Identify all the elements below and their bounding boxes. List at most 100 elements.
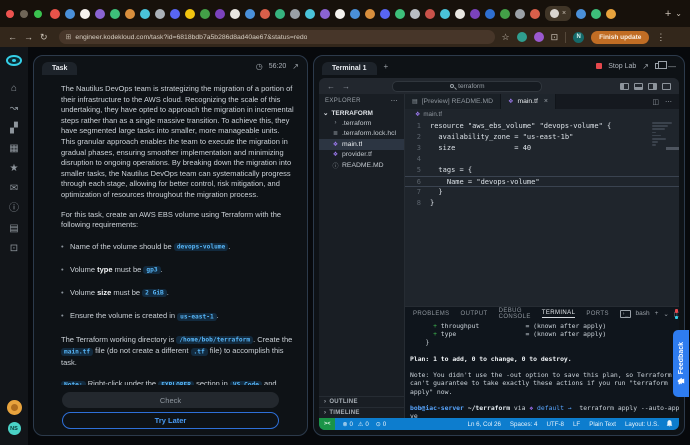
code-line[interactable]: 8}: [405, 198, 679, 209]
extension-icon[interactable]: [534, 32, 544, 42]
new-terminal-icon[interactable]: +: [655, 310, 659, 317]
address-bar[interactable]: ⊞ engineer.kodekloud.com/task?id=6818bdb…: [59, 30, 495, 44]
panel-tab-output[interactable]: OUTPUT: [461, 311, 488, 317]
minimize-panel-icon[interactable]: —: [668, 62, 676, 71]
browser-tab[interactable]: [110, 9, 120, 19]
status-item-layout-u-s[interactable]: Layout: U.S.: [625, 421, 659, 428]
info-icon[interactable]: ⓘ: [9, 204, 19, 214]
code-line[interactable]: 2 availability_zone = "us-east-1b": [405, 132, 679, 143]
browser-tab[interactable]: [215, 9, 225, 19]
minimap[interactable]: [652, 122, 676, 148]
browser-tab[interactable]: [95, 9, 105, 19]
browser-tab[interactable]: [140, 9, 150, 19]
calendar-icon[interactable]: ▦: [9, 144, 19, 154]
extensions-puzzle-icon[interactable]: ⊡: [551, 33, 559, 42]
terminal[interactable]: + throughput = (known after apply) + typ…: [405, 320, 679, 418]
browser-tab[interactable]: [185, 9, 195, 19]
browser-tab[interactable]: [500, 9, 510, 19]
shell-label[interactable]: bash: [636, 310, 650, 317]
explorer-item-terraform-lock-hcl[interactable]: ≣.terraform.lock.hcl: [319, 129, 404, 140]
browser-tab[interactable]: [305, 9, 315, 19]
finish-update-button[interactable]: Finish update: [591, 31, 649, 44]
forward-icon[interactable]: →: [24, 33, 33, 42]
browser-tab[interactable]: [80, 9, 90, 19]
explorer-item-readme-md[interactable]: ⓘREADME.MD: [319, 160, 404, 171]
browser-tab[interactable]: [530, 9, 540, 19]
explorer-root-folder[interactable]: ⌄ TERRAFORM: [319, 108, 404, 118]
browser-tab[interactable]: [320, 9, 330, 19]
close-window-button[interactable]: [6, 10, 14, 18]
minimize-window-button[interactable]: [20, 10, 28, 18]
status-item-spaces-4[interactable]: Spaces: 4: [510, 421, 538, 428]
remote-indicator[interactable]: ><: [319, 418, 335, 430]
browser-tab[interactable]: [576, 9, 586, 19]
explorer-section-outline[interactable]: ›OUTLINE: [319, 396, 404, 407]
code-line[interactable]: 5 tags = {: [405, 165, 679, 176]
fullscreen-icon[interactable]: ↗: [642, 62, 649, 71]
editor-tab-main-tf[interactable]: ❖main.tf×: [501, 94, 556, 109]
back-icon[interactable]: ←: [8, 33, 17, 42]
scrollbar-handle[interactable]: [666, 147, 679, 150]
stop-lab-button[interactable]: Stop Lab: [608, 63, 636, 70]
browser-tab[interactable]: [365, 9, 375, 19]
status-item-lf[interactable]: LF: [573, 421, 580, 428]
browser-tab[interactable]: [470, 9, 480, 19]
site-settings-icon[interactable]: ⊞: [66, 33, 72, 41]
close-icon[interactable]: ×: [544, 98, 548, 105]
status-item-ln-6-col-26[interactable]: Ln 6, Col 26: [468, 421, 501, 428]
explorer-item-provider-tf[interactable]: ❖provider.tf: [319, 150, 404, 161]
feedback-button[interactable]: Feedback: [673, 330, 689, 397]
expand-task-icon[interactable]: ↗: [292, 62, 299, 71]
new-tab-button[interactable]: +: [665, 8, 671, 20]
panel-tab-terminal[interactable]: TERMINAL: [542, 310, 576, 318]
bookmark-star-icon[interactable]: ☆: [502, 33, 510, 42]
browser-tab[interactable]: [515, 9, 525, 19]
browser-tab[interactable]: [410, 9, 420, 19]
try-later-button[interactable]: Try Later: [62, 412, 279, 429]
code-line[interactable]: 7 }: [405, 187, 679, 198]
tab-terminal-1[interactable]: Terminal 1: [322, 62, 377, 75]
tab-task[interactable]: Task: [42, 62, 77, 75]
panel-tab-ports[interactable]: PORTS: [586, 311, 609, 317]
browser-tab-active[interactable]: ×: [545, 6, 571, 21]
browser-tab[interactable]: [50, 9, 60, 19]
browser-tab[interactable]: [230, 9, 240, 19]
browser-tab[interactable]: [170, 9, 180, 19]
vscode-back-icon[interactable]: ←: [327, 82, 335, 91]
explorer-section-timeline[interactable]: ›TIMELINE: [319, 407, 404, 418]
vscode-search-bar[interactable]: terraform: [392, 81, 542, 92]
status-item-plain-text[interactable]: Plain Text: [589, 421, 616, 428]
status-item-utf-8[interactable]: UTF-8: [546, 421, 564, 428]
close-tab-icon[interactable]: ×: [562, 10, 566, 17]
browser-tab[interactable]: [245, 9, 255, 19]
code-line[interactable]: 1resource "aws_ebs_volume" "devops-volum…: [405, 121, 679, 132]
ports-indicator[interactable]: ⊙ 0: [376, 421, 386, 428]
browser-tab[interactable]: [155, 9, 165, 19]
check-button[interactable]: Check: [62, 392, 279, 408]
code-editor[interactable]: 1resource "aws_ebs_volume" "devops-volum…: [405, 119, 679, 306]
browser-tab[interactable]: [455, 9, 465, 19]
browser-tab[interactable]: [591, 9, 601, 19]
toggle-sidebar-icon[interactable]: [620, 83, 629, 90]
browser-tab[interactable]: [440, 9, 450, 19]
home-icon[interactable]: ⌂: [9, 84, 19, 94]
browser-tab[interactable]: [260, 9, 270, 19]
code-line[interactable]: 6 Name = "devops-volume": [405, 176, 679, 187]
achievements-icon[interactable]: ★: [9, 164, 19, 174]
rewards-avatar-icon[interactable]: [7, 400, 22, 415]
editor-tab-preview-readme-md[interactable]: ▤[Preview] README.MD: [405, 94, 501, 109]
open-external-icon[interactable]: [655, 63, 662, 69]
browser-tab[interactable]: [65, 9, 75, 19]
browser-tab[interactable]: [395, 9, 405, 19]
toggle-panel-icon[interactable]: [634, 83, 643, 90]
kodekloud-logo-icon[interactable]: [6, 55, 22, 66]
browser-tab[interactable]: [200, 9, 210, 19]
problems-indicator[interactable]: ⊗ 0 ⚠ 0: [342, 421, 368, 428]
vscode-forward-icon[interactable]: →: [342, 82, 350, 91]
editor-more-icon[interactable]: ⋯: [665, 98, 672, 106]
zoom-window-button[interactable]: [34, 10, 42, 18]
browser-tab[interactable]: [425, 9, 435, 19]
new-terminal-tab-button[interactable]: +: [384, 62, 389, 71]
forum-icon[interactable]: ⊡: [9, 244, 19, 254]
reload-icon[interactable]: ↻: [40, 33, 48, 42]
